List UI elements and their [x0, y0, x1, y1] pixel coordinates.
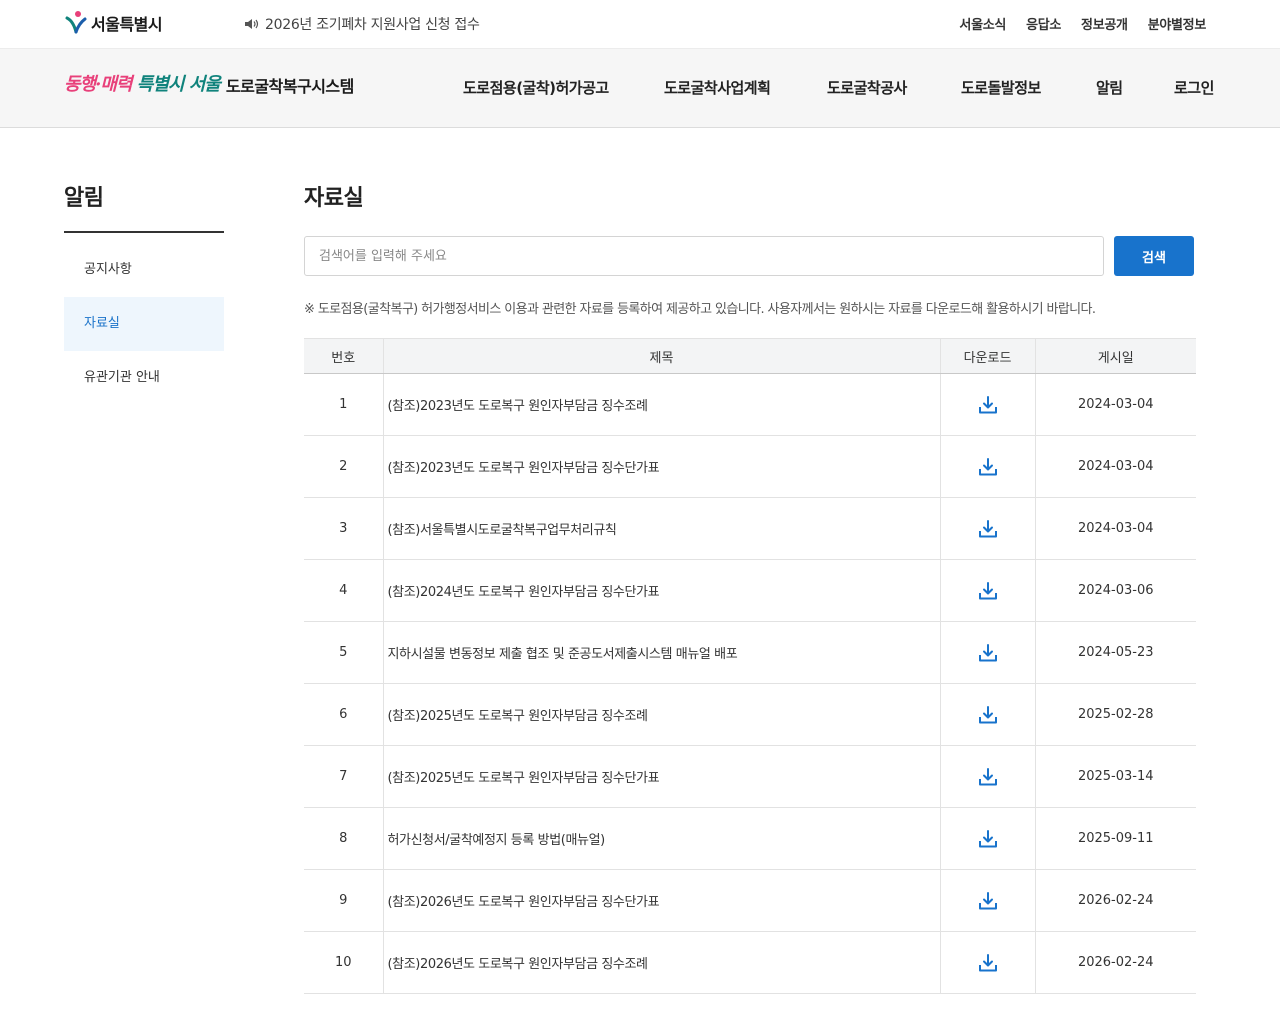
row-title[interactable]: (참조)2023년도 도로복구 원인자부담금 징수조례: [382, 373, 940, 436]
util-link-eungdapso[interactable]: 응답소: [1026, 14, 1061, 33]
table-row: 6 (참조)2025년도 도로복구 원인자부담금 징수조례 2025-02-28: [304, 683, 1196, 746]
row-date: 2025-02-28: [1034, 683, 1196, 746]
row-number: 7: [304, 745, 383, 808]
download-icon[interactable]: [977, 890, 999, 912]
seoul-logo-link[interactable]: 서울특별시: [64, 10, 163, 36]
top-utility-bar: 서울특별시 2026년 조기폐차 지원사업 신청 접수 서울소식 응답소 정보공…: [0, 0, 1280, 48]
gnb-item-notice[interactable]: 알림: [1096, 77, 1123, 98]
row-title[interactable]: (참조)2024년도 도로복구 원인자부담금 징수단가표: [382, 559, 940, 622]
seoul-logo-icon: [65, 11, 87, 34]
notice-text: 2026년 조기폐차 지원사업 신청 접수: [265, 17, 480, 33]
row-date: 2024-03-06: [1034, 559, 1196, 622]
row-number: 9: [304, 869, 383, 932]
table-header-row: 번호 제목 다운로드 게시일: [304, 338, 1196, 374]
row-number: 4: [304, 559, 383, 622]
global-nav: 도로점용(굴착)허가공고 도로굴착사업계획 도로굴착공사 도로돌발정보 알림 로…: [0, 77, 1280, 101]
gnb-item-permit-notice[interactable]: 도로점용(굴착)허가공고: [463, 77, 609, 98]
col-header-date: 게시일: [1034, 338, 1196, 374]
util-link-info-disclosure[interactable]: 정보공개: [1081, 14, 1128, 33]
utility-links: 서울소식 응답소 정보공개 분야별정보: [959, 14, 1206, 33]
row-date: 2024-03-04: [1034, 435, 1196, 498]
row-title[interactable]: 지하시설물 변동정보 제출 협조 및 준공도서제출시스템 매뉴얼 배포: [382, 621, 940, 684]
notice-banner[interactable]: 2026년 조기폐차 지원사업 신청 접수: [244, 14, 480, 34]
util-link-seoul-news[interactable]: 서울소식: [959, 14, 1006, 33]
row-date: 2026-02-24: [1034, 869, 1196, 932]
gnb-item-login[interactable]: 로그인: [1174, 77, 1214, 98]
table-row: 1 (참조)2023년도 도로복구 원인자부담금 징수조례 2024-03-04: [304, 373, 1196, 436]
row-number: 8: [304, 807, 383, 870]
side-nav-item-notices[interactable]: 공지사항: [64, 243, 224, 297]
search-bar: 검색: [304, 236, 1196, 276]
download-icon[interactable]: [977, 642, 999, 664]
download-icon[interactable]: [977, 456, 999, 478]
row-title[interactable]: (참조)서울특별시도로굴착복구업무처리규칙: [382, 497, 940, 560]
row-date: 2026-02-24: [1034, 931, 1196, 994]
table-row: 3 (참조)서울특별시도로굴착복구업무처리규칙 2024-03-04: [304, 497, 1196, 560]
row-title[interactable]: (참조)2023년도 도로복구 원인자부담금 징수단가표: [382, 435, 940, 498]
seoul-logo-text: 서울특별시: [91, 15, 163, 34]
page-title: 자료실: [304, 186, 364, 211]
download-cell: [939, 621, 1035, 684]
row-date: 2025-03-14: [1034, 745, 1196, 808]
speaker-icon: [245, 19, 259, 29]
gnb-item-road-incident[interactable]: 도로돌발정보: [961, 77, 1041, 98]
side-nav: 알림 공지사항 자료실 유관기관 안내: [64, 180, 224, 405]
download-cell: [939, 373, 1035, 436]
download-icon[interactable]: [977, 704, 999, 726]
side-nav-item-archive[interactable]: 자료실: [64, 297, 224, 351]
row-title[interactable]: 허가신청서/굴착예정지 등록 방법(매뉴얼): [382, 807, 940, 870]
download-cell: [939, 683, 1035, 746]
row-number: 5: [304, 621, 383, 684]
row-number: 10: [304, 931, 383, 994]
row-number: 6: [304, 683, 383, 746]
gnb-item-business-plan[interactable]: 도로굴착사업계획: [664, 77, 771, 98]
download-cell: [939, 497, 1035, 560]
main-header: 동행·매력 특별시 서울 도로굴착복구시스템 도로점용(굴착)허가공고 도로굴착…: [0, 48, 1280, 128]
download-icon[interactable]: [977, 394, 999, 416]
table-row: 8 허가신청서/굴착예정지 등록 방법(매뉴얼) 2025-09-11: [304, 807, 1196, 870]
download-icon[interactable]: [977, 518, 999, 540]
side-nav-title: 알림: [64, 180, 224, 233]
download-cell: [939, 559, 1035, 622]
col-header-download: 다운로드: [939, 338, 1035, 374]
download-cell: [939, 435, 1035, 498]
row-date: 2025-09-11: [1034, 807, 1196, 870]
download-cell: [939, 869, 1035, 932]
row-title[interactable]: (참조)2026년도 도로복구 원인자부담금 징수조례: [382, 931, 940, 994]
row-title[interactable]: (참조)2025년도 도로복구 원인자부담금 징수단가표: [382, 745, 940, 808]
row-title[interactable]: (참조)2026년도 도로복구 원인자부담금 징수단가표: [382, 869, 940, 932]
row-date: 2024-03-04: [1034, 497, 1196, 560]
download-icon[interactable]: [977, 766, 999, 788]
util-link-field-info[interactable]: 분야별정보: [1148, 14, 1207, 33]
col-header-number: 번호: [304, 338, 383, 374]
table-row: 9 (참조)2026년도 도로복구 원인자부담금 징수단가표 2026-02-2…: [304, 869, 1196, 932]
side-nav-item-related-agencies[interactable]: 유관기관 안내: [64, 351, 224, 405]
gnb-item-excavation-work[interactable]: 도로굴착공사: [827, 77, 907, 98]
row-title[interactable]: (참조)2025년도 도로복구 원인자부담금 징수조례: [382, 683, 940, 746]
search-input[interactable]: [304, 236, 1104, 276]
col-header-title: 제목: [382, 338, 940, 374]
table-row: 10 (참조)2026년도 도로복구 원인자부담금 징수조례 2026-02-2…: [304, 931, 1196, 994]
search-button[interactable]: 검색: [1114, 236, 1194, 276]
table-body: 1 (참조)2023년도 도로복구 원인자부담금 징수조례 2024-03-04…: [304, 373, 1196, 994]
row-number: 2: [304, 435, 383, 498]
row-number: 3: [304, 497, 383, 560]
table-row: 2 (참조)2023년도 도로복구 원인자부담금 징수단가표 2024-03-0…: [304, 435, 1196, 498]
download-icon[interactable]: [977, 952, 999, 974]
row-number: 1: [304, 373, 383, 436]
row-date: 2024-03-04: [1034, 373, 1196, 436]
table-row: 4 (참조)2024년도 도로복구 원인자부담금 징수단가표 2024-03-0…: [304, 559, 1196, 622]
main-content: 자료실 검색 ※ 도로점용(굴착복구) 허가행정서비스 이용과 관련한 자료를 …: [304, 180, 1196, 994]
row-date: 2024-05-23: [1034, 621, 1196, 684]
guide-text: ※ 도로점용(굴착복구) 허가행정서비스 이용과 관련한 자료를 등록하여 제공…: [304, 302, 1096, 317]
table-row: 5 지하시설물 변동정보 제출 협조 및 준공도서제출시스템 매뉴얼 배포 20…: [304, 621, 1196, 684]
download-icon[interactable]: [977, 580, 999, 602]
archive-table: 번호 제목 다운로드 게시일 1 (참조)2023년도 도로복구 원인자부담금 …: [304, 338, 1196, 994]
download-cell: [939, 807, 1035, 870]
download-icon[interactable]: [977, 828, 999, 850]
side-nav-list: 공지사항 자료실 유관기관 안내: [64, 243, 224, 405]
download-cell: [939, 745, 1035, 808]
table-row: 7 (참조)2025년도 도로복구 원인자부담금 징수단가표 2025-03-1…: [304, 745, 1196, 808]
download-cell: [939, 931, 1035, 994]
